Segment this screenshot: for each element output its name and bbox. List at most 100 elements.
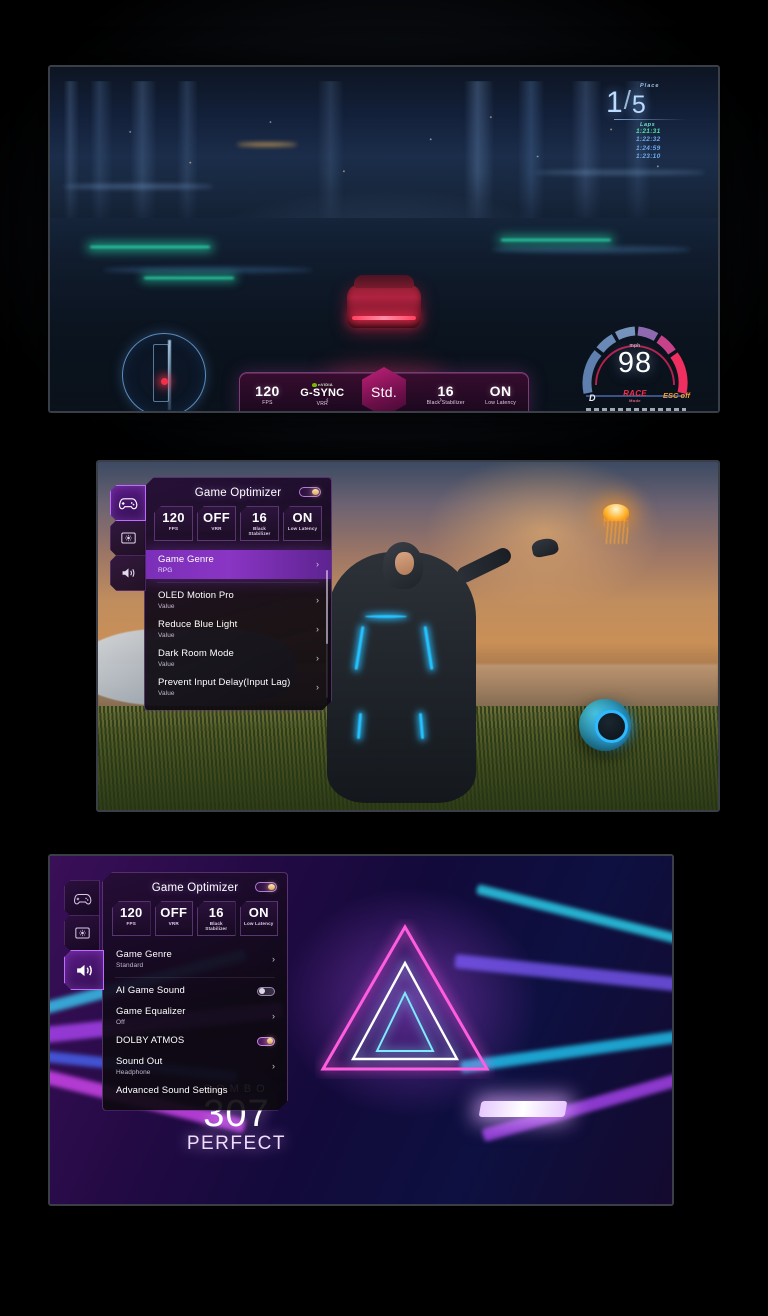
- character-hand: [530, 536, 560, 559]
- stat-low-latency[interactable]: ON Low Latency: [473, 384, 528, 407]
- stat-black-stabilizer[interactable]: 16 Black Stabilizer: [418, 384, 473, 407]
- sidebar-item-game[interactable]: [64, 880, 100, 916]
- chevron-right-icon: ›: [272, 1010, 275, 1021]
- optimizer-master-toggle[interactable]: [299, 487, 321, 497]
- menu-item-dark-room-mode[interactable]: Dark Room Mode Value ›: [145, 644, 331, 673]
- game-dashboard-bar[interactable]: 120 FPS nVIDIA G-SYNC VRR 16 Black Stabi…: [239, 367, 529, 411]
- speed-value: 98: [617, 347, 653, 379]
- stat-label: Black Stabilizer: [205, 921, 228, 931]
- menu-item-game-equalizer[interactable]: Game Equalizer Off ›: [103, 1002, 287, 1031]
- stat-label: VRR: [316, 401, 328, 408]
- character-head: [383, 542, 424, 590]
- game-optimizer-panel: Game Optimizer 120 FPS OFF VRR 16 Black …: [102, 872, 288, 1111]
- lap-hud: Place 1 / 5 Laps 1:21:31 1:22:32 1:24:59…: [606, 83, 698, 161]
- menu-item-title: Reduce Blue Light: [158, 618, 238, 630]
- stat-low-latency[interactable]: ON Low Latency: [283, 506, 322, 541]
- menu-item-sound-out[interactable]: Sound Out Headphone ›: [103, 1052, 287, 1081]
- stat-label: VRR: [168, 921, 179, 926]
- menu-item-oled-motion-pro[interactable]: OLED Motion Pro Value ›: [145, 586, 331, 615]
- tv-panel-scifi: Game Optimizer 120 FPS OFF VRR 16 Black …: [96, 460, 720, 812]
- menu-item-advanced-sound-settings[interactable]: Advanced Sound Settings: [103, 1081, 287, 1102]
- chevron-right-icon: ›: [272, 953, 275, 964]
- gamepad-icon: [73, 893, 91, 905]
- stat-label: Black Stabilizer: [248, 526, 271, 536]
- dolby-atmos-toggle[interactable]: [257, 1037, 275, 1046]
- menu-item-value: Off: [116, 1018, 125, 1026]
- menu-item-title: Game Genre: [116, 949, 172, 960]
- gamepad-icon: [119, 498, 138, 510]
- menu-item-value: Value: [158, 689, 175, 697]
- chevron-right-icon: ›: [272, 1060, 275, 1071]
- race-position: 1 / 5: [606, 85, 698, 118]
- boost-bar: [586, 408, 686, 411]
- boost-label: BOOST: [576, 412, 694, 413]
- stat-value: ON: [248, 905, 269, 920]
- menu-divider: [157, 582, 319, 583]
- menu-item-dolby-atmos[interactable]: DOLBY ATMOS: [103, 1031, 287, 1052]
- stat-fps[interactable]: 120 FPS: [112, 901, 151, 936]
- menu-item-ai-game-sound[interactable]: AI Game Sound: [103, 981, 287, 1002]
- sidebar-item-sound[interactable]: [64, 950, 104, 990]
- minimap-route-line: [168, 340, 171, 410]
- menu-item-title: Dark Room Mode: [158, 647, 234, 659]
- optimizer-stats: 120 FPS OFF VRR 16 Black Stabilizer ON L…: [145, 506, 331, 550]
- optimizer-menu-list: Game Genre RPG › OLED Motion Pro Value ›…: [145, 550, 331, 710]
- game-preset-badge[interactable]: Std.: [362, 367, 406, 411]
- sidebar-item-picture[interactable]: [64, 915, 100, 951]
- hud-divider: [614, 119, 686, 120]
- light-ray: [475, 883, 672, 966]
- stat-value: 120: [119, 905, 143, 920]
- stat-fps[interactable]: 120 FPS: [240, 384, 295, 407]
- neon-road-light: [90, 245, 211, 248]
- menu-item-title: OLED Motion Pro: [158, 589, 234, 601]
- character-face: [395, 552, 415, 576]
- speedometer: mph 98 D RACE Mode ESC off BOOST: [576, 319, 694, 413]
- neon-triangle-group: [315, 919, 495, 1079]
- chevron-right-icon: ›: [316, 681, 319, 692]
- menu-scrollbar[interactable]: [326, 570, 328, 698]
- sidebar-item-game[interactable]: [110, 485, 146, 521]
- stat-vrr[interactable]: OFF VRR: [155, 901, 194, 936]
- menu-item-reduce-blue-light[interactable]: Reduce Blue Light Value ›: [145, 615, 331, 644]
- optimizer-sidebar: [110, 485, 146, 591]
- stat-vrr[interactable]: nVIDIA G-SYNC VRR: [295, 382, 350, 408]
- lap-time: 1:24:59: [636, 144, 661, 152]
- menu-item-value: Standard: [116, 961, 144, 969]
- page-title: Game Optimizer: [194, 487, 282, 499]
- preset-prev-arrow[interactable]: ‹: [326, 395, 329, 404]
- minimap-player-dot: [160, 378, 168, 386]
- game-optimizer-panel: Game Optimizer 120 FPS OFF VRR 16 Black …: [144, 477, 332, 711]
- menu-item-game-genre[interactable]: Game Genre RPG ›: [145, 550, 331, 579]
- optimizer-menu-list: Game Genre Standard › AI Game Sound Game…: [103, 945, 287, 1110]
- lap-time: 1:22:32: [636, 136, 661, 144]
- stat-value: 16: [208, 905, 224, 920]
- menu-item-game-genre[interactable]: Game Genre Standard ›: [103, 945, 287, 974]
- speaker-icon: [122, 568, 134, 578]
- menu-item-prevent-input-delay[interactable]: Prevent Input Delay(Input Lag) Value ›: [145, 673, 331, 702]
- sidebar-item-sound[interactable]: [110, 555, 146, 591]
- stat-vrr[interactable]: OFF VRR: [197, 506, 236, 541]
- stat-value: 16: [251, 510, 268, 525]
- menu-item-value: Value: [158, 631, 175, 639]
- sidebar-item-picture[interactable]: [110, 520, 146, 556]
- stat-low-latency[interactable]: ON Low Latency: [240, 901, 279, 936]
- stat-fps[interactable]: 120 FPS: [154, 506, 193, 541]
- chevron-right-icon: ›: [316, 558, 319, 569]
- menu-item-title: Game Equalizer: [116, 1005, 186, 1017]
- neon-road-light: [501, 239, 612, 241]
- stat-label: FPS: [168, 526, 179, 531]
- preset-next-arrow[interactable]: ›: [439, 395, 442, 404]
- position-separator: /: [623, 85, 631, 115]
- menu-item-value: Headphone: [116, 1068, 151, 1076]
- stat-label: Low Latency: [485, 400, 516, 407]
- motion-streak: [491, 245, 692, 253]
- stat-black-stabilizer[interactable]: 16 Black Stabilizer: [240, 506, 279, 541]
- ai-game-sound-toggle[interactable]: [257, 987, 275, 996]
- speaker-icon: [76, 964, 92, 976]
- headlight-trail: [237, 142, 298, 146]
- esc-status: ESC off: [663, 391, 690, 400]
- optimizer-master-toggle[interactable]: [255, 882, 277, 892]
- stat-value: 16: [437, 382, 454, 399]
- stat-value: ON: [489, 382, 512, 399]
- stat-black-stabilizer[interactable]: 16 Black Stabilizer: [197, 901, 236, 936]
